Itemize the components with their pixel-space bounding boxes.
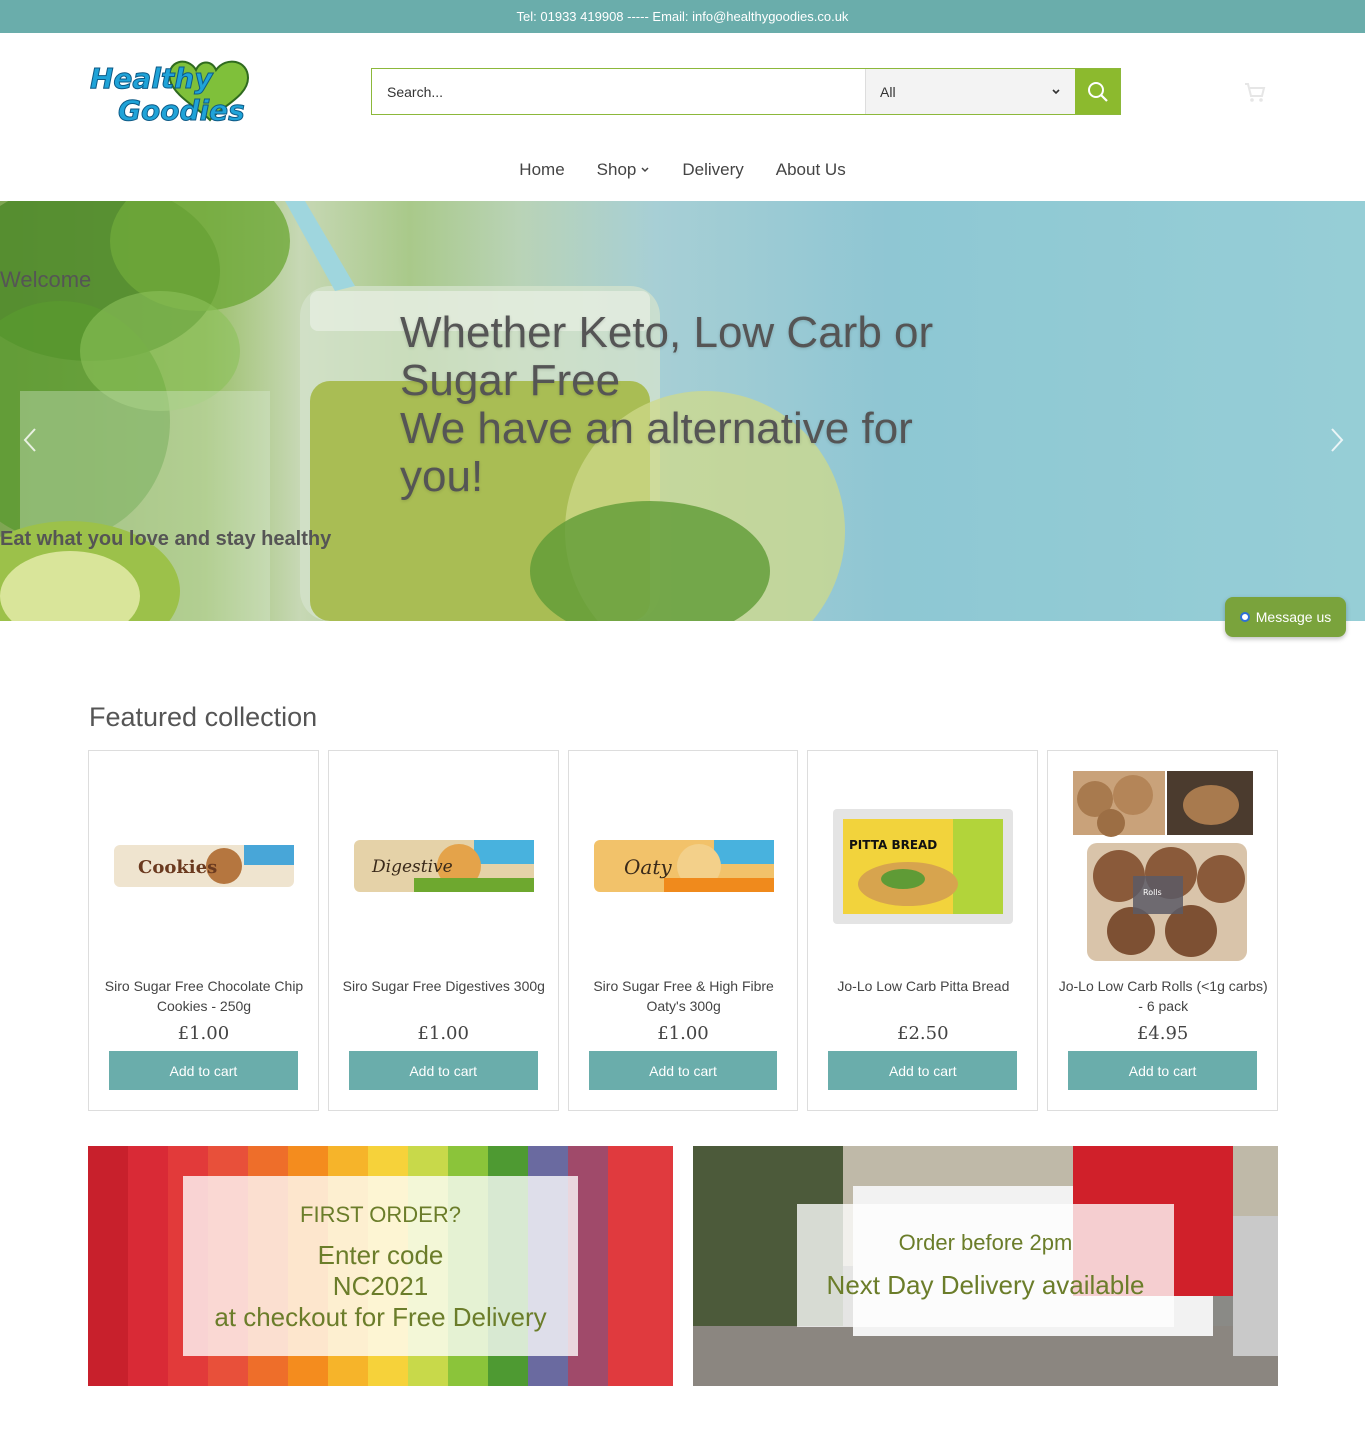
promo-line1: FIRST ORDER?	[300, 1202, 461, 1227]
next-slide-arrow-icon[interactable]	[1327, 426, 1347, 454]
product-pack-text: Oaty	[624, 855, 672, 879]
product-title[interactable]: Siro Sugar Free Digestives 300g	[339, 976, 549, 996]
nav-home-label: Home	[519, 160, 565, 179]
nav-shop[interactable]: Shop	[597, 160, 651, 180]
promo-line4: at checkout for Free Delivery	[214, 1302, 547, 1332]
next-day-delivery-banner[interactable]: Order before 2pm Next Day Delivery avail…	[693, 1146, 1278, 1386]
product-pack-text: Rolls	[1143, 888, 1162, 897]
main-nav: Home Shop Delivery About Us	[0, 160, 1365, 180]
contact-text: Tel: 01933 419908 ----- Email: info@heal…	[516, 9, 849, 24]
contact-bar: Tel: 01933 419908 ----- Email: info@heal…	[0, 0, 1365, 33]
nav-shop-label: Shop	[596, 160, 637, 179]
search-input[interactable]	[372, 69, 865, 114]
product-price: £1.00	[657, 1023, 709, 1044]
message-us-label: Message us	[1255, 609, 1332, 625]
chevron-down-icon	[1052, 88, 1060, 94]
promo-box: FIRST ORDER? Enter code NC2021 at checko…	[183, 1176, 578, 1356]
nav-delivery-label: Delivery	[682, 160, 744, 179]
product-pack-text: PITTA BREAD	[849, 838, 937, 852]
product-pack-text: Digestive	[371, 857, 453, 877]
chevron-down-icon	[641, 167, 649, 173]
hero-title: Whether Keto, Low Carb or Sugar Free We …	[400, 309, 965, 501]
hero-title-line2: We have an alternative for you!	[400, 404, 913, 501]
logo-graphic: Healthy Goodies	[90, 60, 250, 128]
category-select[interactable]: All	[865, 69, 1075, 114]
add-to-cart-button[interactable]: Add to cart	[109, 1051, 298, 1090]
product-grid: Cookies Siro Sugar Free Chocolate Chip C…	[88, 750, 1278, 1111]
search-bar: All	[371, 68, 1121, 115]
cart-icon[interactable]	[1243, 80, 1267, 104]
delivery-line2: Next Day Delivery available	[826, 1270, 1145, 1300]
nav-delivery[interactable]: Delivery	[682, 160, 743, 180]
featured-title: Featured collection	[89, 702, 318, 732]
logo-line2: Goodies	[118, 94, 245, 127]
product-price: £4.95	[1136, 1023, 1189, 1044]
product-image[interactable]: Oaty	[589, 771, 779, 961]
product-title[interactable]: Siro Sugar Free & High Fibre Oaty's 300g	[579, 976, 789, 1016]
nav-home[interactable]: Home	[519, 160, 564, 180]
product-title[interactable]: Siro Sugar Free Chocolate Chip Cookies -…	[99, 976, 309, 1016]
add-to-cart-button[interactable]: Add to cart	[588, 1051, 778, 1090]
product-image[interactable]: PITTA BREAD	[828, 771, 1018, 961]
product-image[interactable]: Rolls	[1068, 771, 1258, 961]
product-title[interactable]: Jo-Lo Low Carb Rolls (<1g carbs) - 6 pac…	[1058, 976, 1268, 1016]
delivery-line1: Order before 2pm	[898, 1230, 1073, 1255]
promo-code: NC2021	[332, 1271, 429, 1301]
logo-line1: Healthy	[90, 62, 214, 95]
add-to-cart-button[interactable]: Add to cart	[828, 1051, 1018, 1090]
delivery-box: Order before 2pm Next Day Delivery avail…	[797, 1204, 1174, 1327]
add-to-cart-button[interactable]: Add to cart	[1068, 1051, 1257, 1090]
product-card[interactable]: Digestive Siro Sugar Free Digestives 300…	[327, 750, 559, 1111]
message-us-button[interactable]: Message us	[1225, 597, 1346, 637]
hero-subtitle: Eat what you love and stay healthy	[0, 528, 332, 550]
product-price: £1.00	[417, 1023, 469, 1044]
product-card[interactable]: Rolls Jo-Lo Low Carb Rolls (<1g carbs) -…	[1047, 750, 1278, 1111]
product-title[interactable]: Jo-Lo Low Carb Pitta Bread	[818, 976, 1028, 996]
hero-title-line1: Whether Keto, Low Carb or Sugar Free	[400, 308, 934, 405]
product-card[interactable]: Oaty Siro Sugar Free & High Fibre Oaty's…	[567, 750, 799, 1111]
prev-slide-arrow-icon[interactable]	[20, 426, 40, 454]
nav-about[interactable]: About Us	[776, 160, 846, 180]
free-delivery-banner[interactable]: FIRST ORDER? Enter code NC2021 at checko…	[88, 1146, 673, 1386]
hero-kicker: Welcome	[0, 267, 92, 292]
product-image[interactable]: Digestive	[349, 771, 539, 961]
hero-slideshow: Welcome Whether Keto, Low Carb or Sugar …	[0, 201, 1365, 621]
product-card[interactable]: Cookies Siro Sugar Free Chocolate Chip C…	[88, 750, 319, 1111]
add-to-cart-button[interactable]: Add to cart	[348, 1051, 538, 1090]
product-card[interactable]: PITTA BREAD Jo-Lo Low Carb Pitta Bread £…	[807, 750, 1039, 1111]
product-image[interactable]: Cookies	[109, 771, 299, 961]
product-pack-text: Cookies	[138, 857, 217, 878]
product-price: £1.00	[177, 1023, 230, 1044]
search-button[interactable]	[1075, 69, 1120, 114]
promo-line2: Enter code	[317, 1240, 444, 1270]
logo[interactable]: Healthy Goodies	[88, 52, 254, 128]
category-value: All	[880, 83, 896, 100]
nav-about-label: About Us	[775, 160, 846, 179]
product-price: £2.50	[897, 1023, 949, 1044]
chat-status-icon	[1239, 612, 1250, 622]
search-icon	[1087, 81, 1108, 102]
